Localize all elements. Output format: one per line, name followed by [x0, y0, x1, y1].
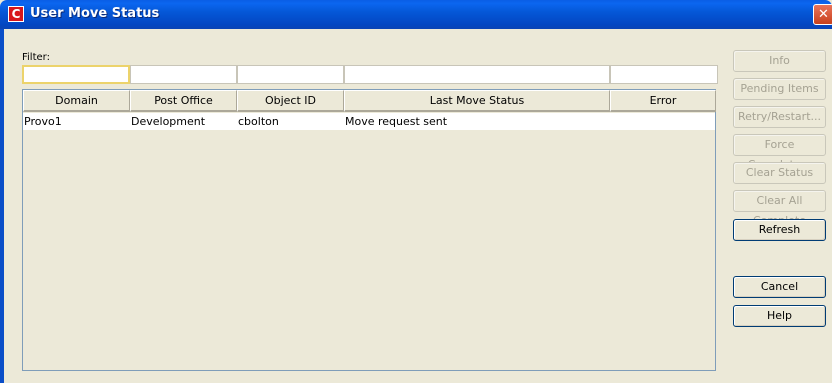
filter-last-move-status-input[interactable]: [344, 65, 610, 84]
filter-post-office-input[interactable]: [130, 65, 237, 84]
cell-post-office: Development: [131, 115, 206, 128]
window-title: User Move Status: [30, 6, 160, 21]
force-complete-button[interactable]: Force Complete...: [733, 134, 826, 171]
table-header: Domain Post Office Object ID Last Move S…: [23, 90, 716, 112]
cell-domain: Provo1: [24, 115, 62, 128]
retry-restart-button[interactable]: Retry/Restart...: [733, 106, 826, 128]
cell-last-move-status: Move request sent: [345, 115, 448, 128]
cell-object-id: cbolton: [238, 115, 279, 128]
column-header-domain[interactable]: Domain: [23, 90, 130, 112]
column-header-object-id[interactable]: Object ID: [237, 90, 344, 112]
filter-domain-input[interactable]: [22, 65, 130, 84]
app-icon: C: [8, 6, 24, 22]
cancel-button[interactable]: Cancel: [733, 276, 826, 298]
column-header-post-office[interactable]: Post Office: [130, 90, 237, 112]
window-frame-left: [0, 29, 4, 383]
title-bar[interactable]: C User Move Status ✕: [0, 0, 832, 29]
clear-all-complete-button[interactable]: Clear All Complete: [733, 190, 826, 227]
cell-error: [610, 113, 715, 130]
clear-status-button[interactable]: Clear Status: [733, 162, 826, 184]
table-row[interactable]: Provo1 Development cbolton Move request …: [23, 113, 715, 130]
column-header-last-move-status[interactable]: Last Move Status: [344, 90, 610, 112]
column-header-error[interactable]: Error: [610, 90, 716, 112]
filter-label: Filter:: [22, 52, 50, 63]
user-move-table[interactable]: Domain Post Office Object ID Last Move S…: [22, 89, 716, 371]
filter-object-id-input[interactable]: [237, 65, 344, 84]
pending-items-button[interactable]: Pending Items: [733, 78, 826, 100]
filter-error-input[interactable]: [610, 65, 718, 84]
info-button[interactable]: Info: [733, 50, 826, 72]
refresh-button[interactable]: Refresh: [733, 219, 826, 241]
help-button[interactable]: Help: [733, 305, 826, 327]
close-button[interactable]: ✕: [813, 4, 832, 25]
